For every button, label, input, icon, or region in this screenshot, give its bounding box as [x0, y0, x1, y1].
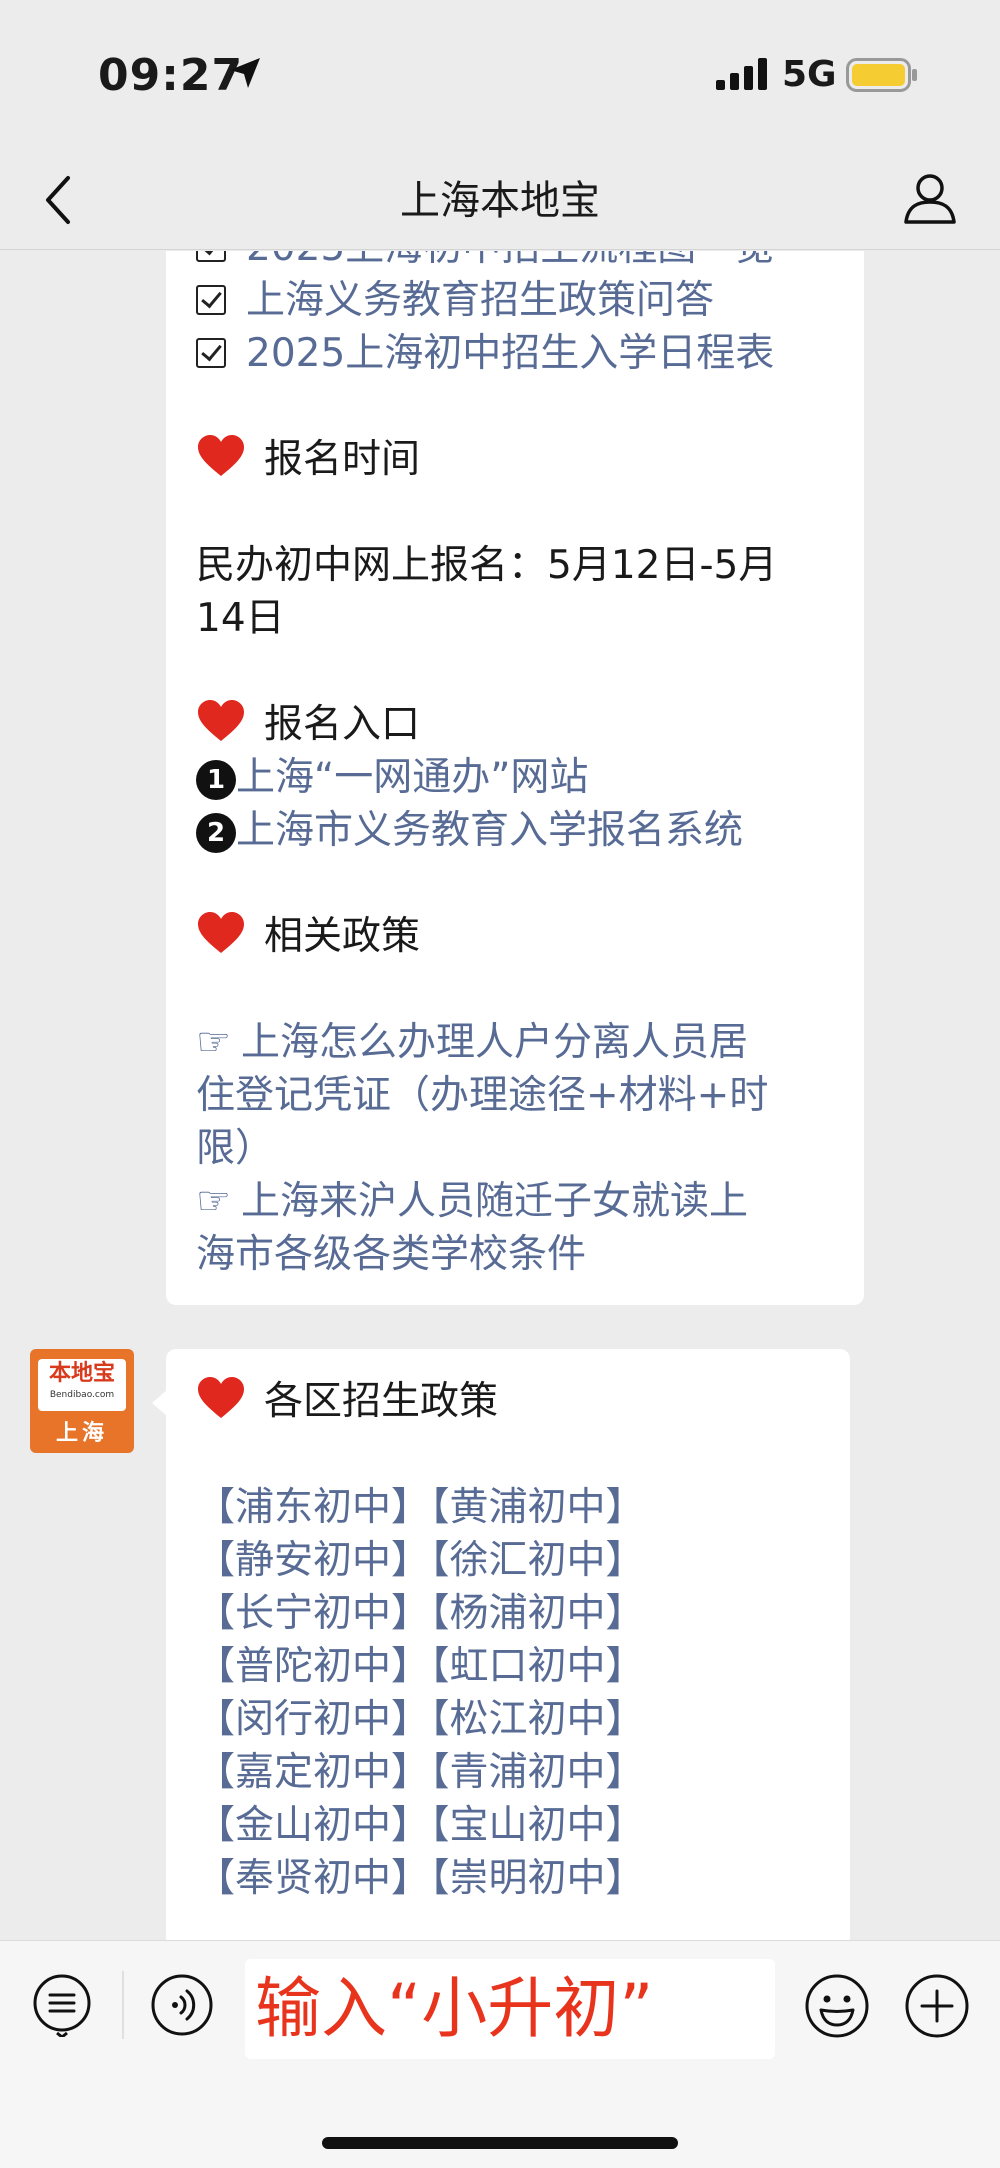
- district-row: 【普陀初中】【虹口初中】: [196, 1640, 820, 1693]
- link-process-chart[interactable]: 2025上海初中招生流程图一览: [196, 251, 834, 274]
- district-link[interactable]: 【奉贤初中】: [196, 1856, 430, 1901]
- district-link[interactable]: 【黄浦初中】: [430, 1485, 645, 1530]
- district-link[interactable]: 【嘉定初中】: [196, 1750, 430, 1795]
- pointing-hand-icon: ☞: [196, 1179, 231, 1224]
- section-heading: 报名入口: [196, 698, 834, 751]
- district-link[interactable]: 【宝山初中】: [430, 1803, 645, 1848]
- district-link[interactable]: 【松江初中】: [430, 1697, 645, 1742]
- message-input[interactable]: 输入“小升初”: [245, 1959, 775, 2059]
- checkbox-icon: [196, 338, 226, 368]
- registration-time-text: 民办初中网上报名：5月12日-5月: [196, 543, 778, 588]
- link-schedule[interactable]: 2025上海初中招生入学日程表: [196, 327, 834, 380]
- plus-icon[interactable]: [904, 1973, 970, 2039]
- district-link[interactable]: 【崇明初中】: [430, 1856, 645, 1901]
- district-list: 【浦东初中】【黄浦初中】 【静安初中】【徐汇初中】 【长宁初中】【杨浦初中】 【普陀初…: [196, 1481, 820, 1905]
- profile-icon[interactable]: [900, 168, 960, 228]
- menu-list-icon[interactable]: [30, 1973, 94, 2037]
- district-row: 【长宁初中】【杨浦初中】: [196, 1587, 820, 1640]
- link-policy-qa[interactable]: 上海义务教育招生政策问答: [196, 274, 834, 327]
- district-link[interactable]: 【虹口初中】: [430, 1644, 645, 1689]
- district-link[interactable]: 【青浦初中】: [430, 1750, 645, 1795]
- district-link[interactable]: 【闵行初中】: [196, 1697, 430, 1742]
- section-heading: 报名时间: [196, 433, 834, 486]
- status-bar: 09:27 5G: [0, 0, 1000, 150]
- district-link[interactable]: 【普陀初中】: [196, 1644, 430, 1689]
- number-badge: 1: [196, 760, 236, 800]
- voice-input-icon[interactable]: [150, 1973, 214, 2037]
- home-indicator: [322, 2137, 678, 2149]
- checkbox-icon: [196, 251, 226, 262]
- divider: [122, 1971, 124, 2039]
- emoji-icon[interactable]: [804, 1973, 870, 2039]
- input-bar: 输入“小升初”: [0, 1940, 1000, 2168]
- nav-bar: 上海本地宝: [0, 150, 1000, 250]
- pointing-hand-icon: ☞: [196, 1020, 231, 1065]
- network-type: 5G: [782, 54, 837, 95]
- district-row: 【静安初中】【徐汇初中】: [196, 1534, 820, 1587]
- checkbox-icon: [196, 285, 226, 315]
- message-bubble: 2025上海初中招生流程图一览 上海义务教育招生政策问答 2025上海初中招生入…: [166, 251, 864, 1305]
- chat-area[interactable]: 2025上海初中招生流程图一览 上海义务教育招生政策问答 2025上海初中招生入…: [0, 251, 1000, 1940]
- heart-icon: [198, 1377, 244, 1418]
- heart-icon: [198, 435, 244, 476]
- district-link[interactable]: 【静安初中】: [196, 1538, 430, 1583]
- registration-time-text: 14日: [196, 596, 285, 641]
- link-migrant-children-schooling[interactable]: ☞ 上海来沪人员随迁子女就读上 海市各级各类学校条件: [196, 1175, 834, 1281]
- district-row: 【嘉定初中】【青浦初中】: [196, 1746, 820, 1799]
- chat-title: 上海本地宝: [400, 178, 600, 224]
- link-yiwangtongban[interactable]: 1 上海“一网通办”网站: [196, 751, 834, 804]
- message-bubble: 各区招生政策 【浦东初中】【黄浦初中】 【静安初中】【徐汇初中】 【长宁初中】【杨浦…: [152, 1349, 850, 1940]
- heart-icon: [198, 700, 244, 741]
- number-badge: 2: [196, 813, 236, 853]
- avatar[interactable]: 本地宝 Bendibao.com 上海: [30, 1349, 134, 1453]
- link-enrollment-system[interactable]: 2 上海市义务教育入学报名系统: [196, 804, 834, 857]
- section-heading: 各区招生政策: [196, 1349, 820, 1428]
- input-value: 输入“小升初”: [255, 1970, 654, 2047]
- district-row: 【浦东初中】【黄浦初中】: [196, 1481, 820, 1534]
- district-row: 【金山初中】【宝山初中】: [196, 1799, 820, 1852]
- district-link[interactable]: 【徐汇初中】: [430, 1538, 645, 1583]
- location-arrow-icon: [230, 58, 260, 88]
- district-link[interactable]: 【长宁初中】: [196, 1591, 430, 1636]
- battery-icon: [846, 58, 917, 92]
- district-link[interactable]: 【金山初中】: [196, 1803, 430, 1848]
- heart-icon: [198, 912, 244, 953]
- bendibao-logo: 本地宝 Bendibao.com: [38, 1359, 126, 1411]
- cellular-signal-icon: [716, 58, 767, 90]
- section-heading: 相关政策: [196, 910, 834, 963]
- status-time: 09:27: [98, 50, 244, 101]
- district-row: 【闵行初中】【松江初中】: [196, 1693, 820, 1746]
- district-row: 【奉贤初中】【崇明初中】: [196, 1852, 820, 1905]
- link-residence-certificate[interactable]: ☞ 上海怎么办理人户分离人员居 住登记凭证（办理途径+材料+时 限）: [196, 1016, 834, 1175]
- district-link[interactable]: 【浦东初中】: [196, 1485, 430, 1530]
- district-link[interactable]: 【杨浦初中】: [430, 1591, 645, 1636]
